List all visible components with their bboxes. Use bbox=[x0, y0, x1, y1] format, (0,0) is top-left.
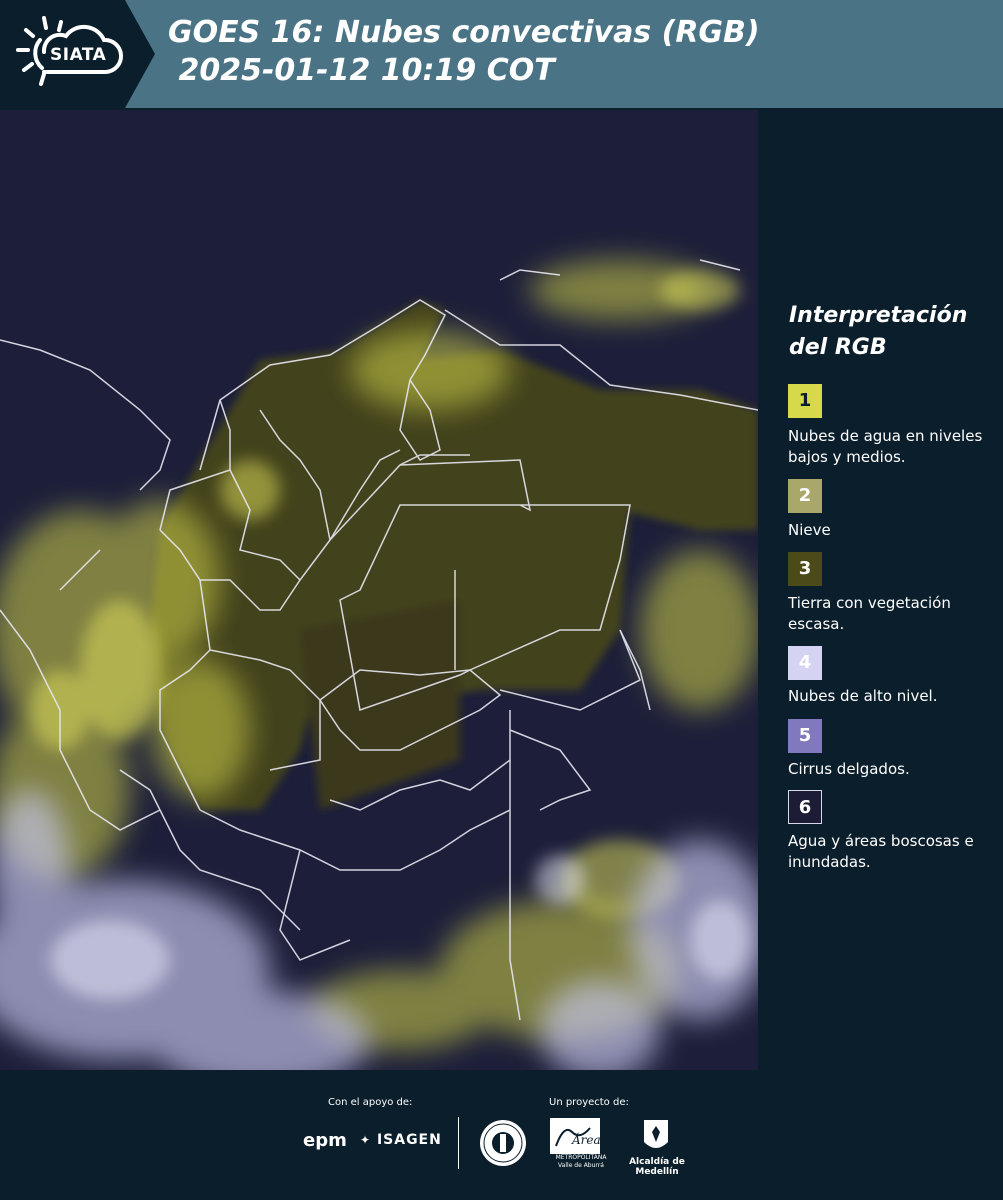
legend-panel: Interpretación del RGB 1 Nubes de agua e… bbox=[760, 108, 1003, 1070]
legend-text-4: Nubes de alto nivel. bbox=[788, 687, 938, 705]
city-seal-icon bbox=[480, 1120, 526, 1166]
satellite-image bbox=[0, 110, 758, 1070]
siata-logo: SIATA bbox=[0, 0, 155, 108]
legend-swatch-3: 3 bbox=[788, 552, 822, 586]
header-bar: SIATA GOES 16: Nubes convectivas (RGB) 2… bbox=[0, 0, 1003, 108]
area-metropolitana-text: METROPOLITANA Valle de Aburrá bbox=[555, 1154, 607, 1169]
alcaldia-text: Alcaldía de Medellín bbox=[629, 1157, 685, 1177]
legend-text-1: Nubes de agua en niveles bajos y medios. bbox=[788, 427, 983, 466]
epm-logo: epm bbox=[303, 1130, 347, 1151]
legend-title: Interpretación del RGB bbox=[789, 303, 968, 360]
legend-text-6: Agua y áreas boscosas e inundadas. bbox=[788, 832, 974, 871]
isagen-icon: ✦ bbox=[360, 1133, 372, 1147]
footer-divider bbox=[458, 1117, 459, 1169]
legend-swatch-1: 1 bbox=[788, 384, 822, 418]
svg-text:Área: Área bbox=[571, 1132, 600, 1147]
legend-text-2: Nieve bbox=[788, 521, 831, 539]
legend-text-3: Tierra con vegetación escasa. bbox=[788, 594, 951, 633]
area-metropolitana-logo: Área bbox=[550, 1118, 600, 1154]
footer: Con el apoyo de: Un proyecto de: epm ✦ I… bbox=[0, 1070, 1003, 1200]
satellite-map bbox=[0, 110, 758, 1070]
legend-swatch-6: 6 bbox=[788, 790, 822, 824]
legend-text-5: Cirrus delgados. bbox=[788, 760, 910, 778]
isagen-logo: ✦ ISAGEN bbox=[360, 1132, 442, 1148]
legend-swatch-2: 2 bbox=[788, 479, 822, 513]
alcaldia-shield-icon bbox=[644, 1120, 668, 1148]
legend-swatch-4: 4 bbox=[788, 646, 822, 680]
legend-swatch-5: 5 bbox=[788, 719, 822, 753]
support-label: Con el apoyo de: bbox=[328, 1097, 413, 1108]
siata-logo-text: SIATA bbox=[50, 45, 107, 65]
isagen-text: ISAGEN bbox=[376, 1132, 442, 1148]
page-title: GOES 16: Nubes convectivas (RGB) 2025-01… bbox=[168, 15, 760, 88]
project-label: Un proyecto de: bbox=[549, 1097, 629, 1108]
